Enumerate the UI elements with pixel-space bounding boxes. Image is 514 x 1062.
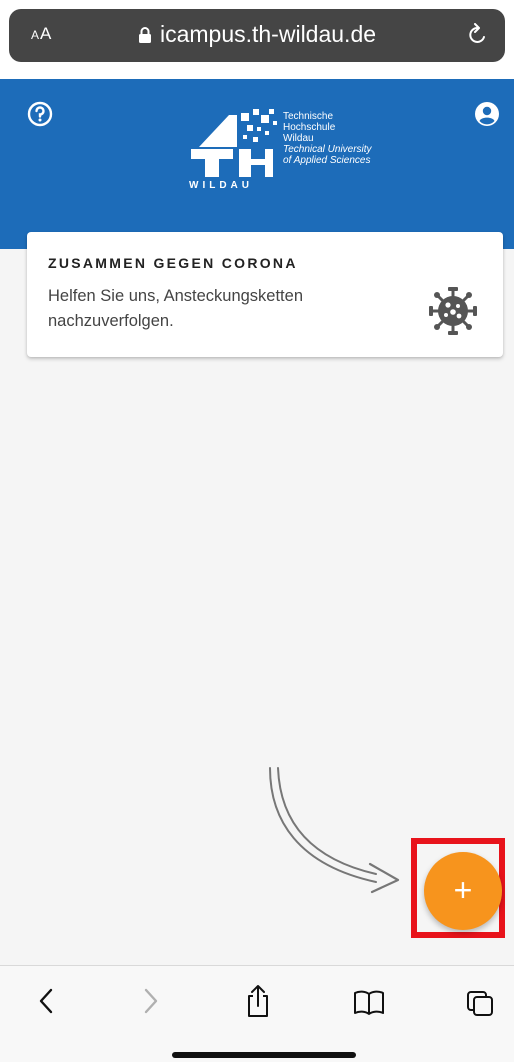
bookmarks-icon[interactable] — [353, 984, 385, 1018]
reload-icon[interactable] — [467, 23, 489, 47]
logo-text: Technische Hochschule Wildau Technical U… — [283, 111, 372, 166]
card-text: Helfen Sie uns, Ansteckungsketten nachzu… — [48, 287, 303, 330]
browser-top-bar: AA icampus.th-wildau.de — [0, 0, 514, 79]
corona-card[interactable]: ZUSAMMEN GEGEN CORONA Helfen Sie uns, An… — [27, 232, 503, 357]
tabs-icon[interactable] — [465, 984, 495, 1018]
share-icon[interactable] — [245, 984, 271, 1018]
browser-bottom-toolbar — [0, 965, 514, 1062]
forward-icon[interactable] — [141, 984, 161, 1018]
card-title: ZUSAMMEN GEGEN CORONA — [48, 255, 298, 271]
university-logo: Technische Hochschule Wildau Technical U… — [189, 107, 399, 197]
address-bar[interactable]: AA icampus.th-wildau.de — [9, 9, 505, 62]
url-text: icampus.th-wildau.de — [159, 21, 377, 47]
lock-icon — [138, 27, 151, 43]
help-circle-icon[interactable] — [27, 101, 53, 127]
add-button[interactable]: + — [424, 852, 502, 930]
account-circle-icon[interactable] — [474, 101, 500, 127]
annotation-arrow — [269, 767, 400, 894]
home-indicator — [172, 1052, 356, 1058]
virus-icon — [429, 287, 477, 335]
logo-wordmark: WILDAU — [189, 180, 253, 191]
logo-mark — [191, 109, 277, 177]
app-header: Technische Hochschule Wildau Technical U… — [0, 79, 514, 249]
back-icon[interactable] — [36, 984, 56, 1018]
